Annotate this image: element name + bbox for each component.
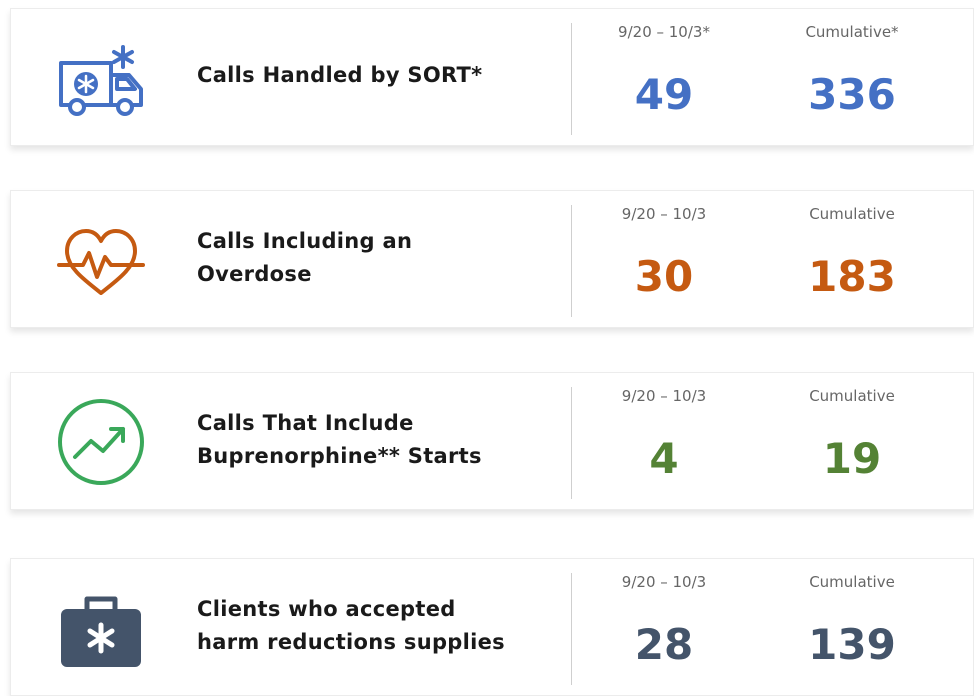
- period-label: 9/20 – 10/3: [621, 205, 707, 223]
- cumulative-value: 19: [822, 434, 882, 483]
- heartbeat-icon: [57, 229, 145, 295]
- stat-card-calls-handled: Calls Handled by SORT* 9/20 – 10/3* Cumu…: [10, 8, 974, 146]
- cumulative-value: 139: [808, 620, 896, 669]
- cumulative-value: 336: [808, 70, 896, 119]
- card-label: Clients who accepted harm reductions sup…: [197, 597, 505, 654]
- period-label: 9/20 – 10/3*: [618, 23, 710, 41]
- cumulative-label: Cumulative*: [805, 23, 899, 41]
- period-label: 9/20 – 10/3: [621, 387, 707, 405]
- period-label: 9/20 – 10/3: [621, 573, 707, 591]
- ambulance-icon: [59, 45, 143, 116]
- trend-up-icon: [58, 399, 144, 485]
- medical-kit-icon: [61, 596, 141, 667]
- cumulative-label: Cumulative: [809, 387, 895, 405]
- stat-card-harm-reduction: Clients who accepted harm reductions sup…: [10, 558, 974, 696]
- cumulative-label: Cumulative: [809, 205, 895, 223]
- cumulative-label: Cumulative: [809, 573, 895, 591]
- stat-card-buprenorphine: Calls That Include Buprenorphine** Start…: [10, 372, 974, 510]
- card-label: Calls Including an Overdose: [197, 229, 413, 286]
- period-value: 49: [634, 70, 694, 119]
- cumulative-value: 183: [808, 252, 896, 301]
- stat-card-overdose: Calls Including an Overdose 9/20 – 10/3 …: [10, 190, 974, 328]
- card-label: Calls That Include Buprenorphine** Start…: [197, 411, 482, 468]
- card-label: Calls Handled by SORT*: [197, 63, 483, 87]
- period-value: 28: [634, 620, 694, 669]
- period-value: 4: [649, 434, 679, 483]
- period-value: 30: [634, 252, 694, 301]
